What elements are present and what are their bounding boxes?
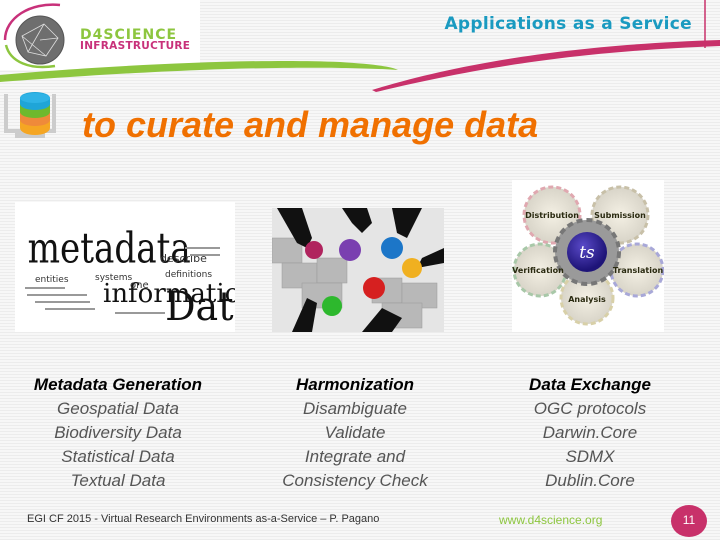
column-data-exchange: Data Exchange OGC protocols Darwin.Core … — [490, 373, 690, 493]
gear-label-translation: Translation — [613, 266, 664, 275]
column-item: OGC protocols — [533, 399, 647, 418]
column-heading: Data Exchange — [529, 375, 651, 394]
slide-title: to curate and manage data — [82, 104, 539, 145]
d4science-logo: D4SCIENCE INFRASTRUCTURE — [0, 0, 200, 70]
gear-label-submission: Submission — [594, 211, 646, 220]
word-definitions: definitions — [165, 270, 212, 280]
column-item: Textual Data — [70, 471, 166, 490]
column-item: Dublin.Core — [545, 471, 635, 490]
gear-label-distribution: Distribution — [525, 211, 579, 220]
column-item: Geospatial Data — [57, 399, 179, 418]
column-heading: Metadata Generation — [33, 375, 203, 394]
word-one: one — [130, 280, 149, 291]
gear-center-label: ts — [579, 243, 595, 263]
puzzle-hands-image — [271, 208, 444, 332]
footer-text: EGI CF 2015 - Virtual Research Environme… — [27, 513, 380, 525]
globe-icon — [3, 3, 65, 69]
column-item: Consistency Check — [282, 471, 428, 490]
gear-label-verification: Verification — [512, 266, 564, 275]
word-describe: describe — [160, 252, 207, 265]
column-item: Integrate and — [304, 447, 406, 466]
puzzle-piece-purple — [339, 239, 361, 261]
word-entities: entities — [35, 275, 69, 285]
puzzle-piece-red — [363, 277, 385, 299]
word-data: Data — [165, 284, 235, 330]
column-item: SDMX — [565, 447, 615, 466]
word-metadata: metadata — [28, 225, 191, 273]
column-heading: Harmonization — [295, 375, 415, 394]
footer-url-link[interactable]: www.d4science.org — [499, 513, 602, 527]
column-item: Darwin.Core — [542, 423, 638, 442]
column-item: Statistical Data — [61, 447, 175, 466]
puzzle-piece-blue — [381, 237, 403, 259]
gear-label-analysis: Analysis — [568, 295, 606, 304]
metadata-word-cloud-image: metadata information Data describe defin… — [15, 202, 257, 332]
column-item: Disambiguate — [303, 399, 407, 418]
puzzle-piece-magenta — [305, 241, 323, 259]
logo-text-infrastructure: INFRASTRUCTURE — [80, 40, 191, 52]
column-harmonization: Harmonization Disambiguate Validate Inte… — [250, 373, 460, 493]
header-title: Applications as a Service — [444, 14, 692, 34]
gears-diagram-image: ts Distribution Submission Verification … — [512, 180, 665, 332]
puzzle-piece-yellow — [402, 258, 422, 278]
puzzle-piece-green — [322, 296, 342, 316]
column-item: Biodiversity Data — [54, 423, 182, 442]
column-metadata-generation: Metadata Generation Geospatial Data Biod… — [8, 373, 228, 493]
column-item: Validate — [324, 423, 386, 442]
database-monitor-icon — [4, 92, 56, 138]
word-systems: systems — [95, 273, 133, 283]
page-number-badge: 11 — [671, 505, 707, 537]
